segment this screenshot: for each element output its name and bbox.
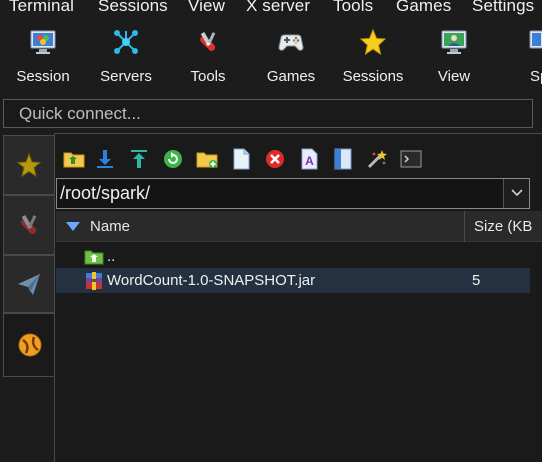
file-name: .. [107,248,116,265]
view-button-label: View [437,68,471,85]
refresh-icon[interactable] [162,148,184,170]
tab-sftp[interactable] [3,313,55,377]
main-toolbar: Session Servers Tools Games Sessions Vie… [0,20,542,92]
sessions-button[interactable]: Sessions [337,24,409,88]
sessions-button-label: Sessions [342,68,404,85]
tab-tools[interactable] [3,195,55,255]
star-icon [16,152,42,178]
tools-knife-icon [21,214,37,234]
split-button[interactable]: Sp [512,24,542,88]
new-folder-icon[interactable] [196,148,218,170]
new-file-icon[interactable] [230,148,252,170]
terminal-icon[interactable] [400,148,422,170]
games-button-label: Games [266,68,316,85]
tab-macros[interactable] [3,255,55,313]
magic-wand-icon[interactable] [366,148,388,170]
file-list-header: Name Size (KB [56,211,542,242]
view-monitor-icon [441,30,467,54]
column-size[interactable]: Size (KB [474,218,532,235]
tab-sessions[interactable] [3,135,55,195]
gamepad-icon [278,34,304,51]
session-button[interactable]: Session [7,24,79,88]
star-icon [359,28,387,56]
servers-button[interactable]: Servers [90,24,162,88]
file-row-parent[interactable]: .. [56,244,530,269]
sftp-globe-icon [18,333,41,357]
session-monitor-icon [30,30,56,54]
servers-button-label: Servers [100,68,152,85]
menu-bar: Terminal Sessions View X server Tools Ga… [0,0,542,18]
path-dropdown-button[interactable] [503,179,529,208]
rename-icon[interactable]: A [298,148,320,170]
path-value: /root/spark/ [60,183,151,203]
svg-text:A: A [305,154,314,168]
download-icon[interactable] [94,148,116,170]
quick-connect-input[interactable] [4,100,532,127]
jar-archive-icon [86,272,102,290]
session-button-label: Session [16,68,70,85]
parent-folder-icon[interactable] [63,148,85,170]
upload-icon[interactable] [128,148,150,170]
view-button[interactable]: View [418,24,490,88]
tools-button-label: Tools [190,68,226,85]
split-icon [529,30,542,49]
parent-folder-icon [84,250,104,265]
menu-tools[interactable]: Tools [333,0,373,16]
path-field[interactable]: /root/spark/ [56,178,530,209]
sftp-panel: A /root/spark/ Name Size (KB .. WordCoun… [54,133,542,462]
file-size: 5 [472,272,481,289]
delete-icon[interactable] [264,148,286,170]
menu-sessions[interactable]: Sessions [98,0,168,16]
file-name: WordCount-1.0-SNAPSHOT.jar [107,272,316,289]
servers-network-icon [114,30,138,54]
menu-x-server[interactable]: X server [246,0,310,16]
menu-terminal[interactable]: Terminal [9,0,74,16]
file-row-jar[interactable]: WordCount-1.0-SNAPSHOT.jar 5 [56,268,530,293]
paper-plane-icon [18,274,40,295]
games-button[interactable]: Games [255,24,327,88]
chevron-down-icon [511,189,523,197]
tools-button[interactable]: Tools [172,24,244,88]
side-tab-strip [0,133,55,462]
menu-view[interactable]: View [188,0,225,16]
properties-icon[interactable] [332,148,354,170]
quick-connect-box [3,99,533,128]
column-name[interactable]: Name [90,218,130,235]
tools-knife-icon [200,31,216,51]
menu-games[interactable]: Games [396,0,451,16]
column-separator[interactable] [464,211,465,242]
sort-desc-icon[interactable] [66,222,80,232]
menu-settings[interactable]: Settings [472,0,534,16]
split-button-label: Sp [530,68,542,85]
